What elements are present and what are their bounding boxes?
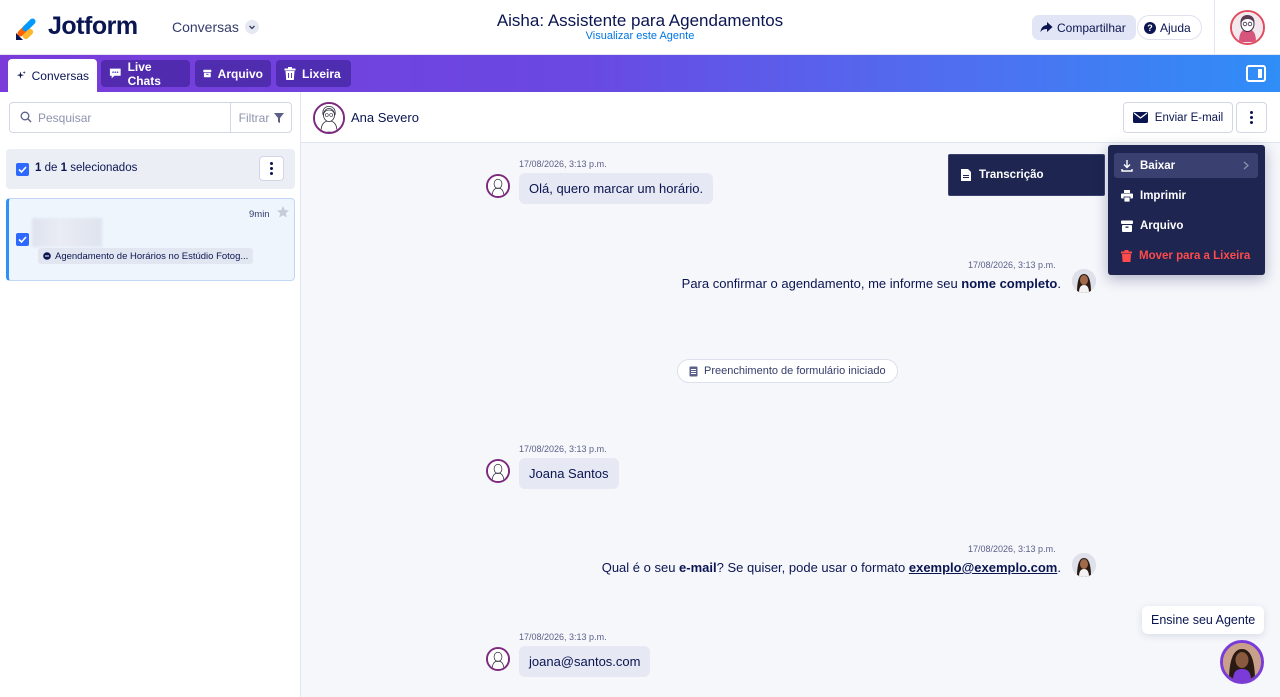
chat-header: Ana Severo Enviar E-mail [301,92,1280,143]
conversation-checkbox[interactable] [16,233,29,246]
form-started-event: Preenchimento de formulário iniciado [677,359,898,383]
message-time: 17/08/2026, 3:13 p.m. [968,260,1056,270]
filter-button[interactable]: Filtrar [230,103,292,132]
envelope-icon [1132,112,1148,123]
more-dots-icon [1250,111,1253,114]
share-button[interactable]: Compartilhar [1032,15,1136,40]
menu-print[interactable]: Imprimir [1114,183,1258,208]
tab-arquivo[interactable]: Arquivo [195,60,271,87]
menu-download[interactable]: Baixar [1114,153,1258,178]
search-icon [20,111,32,123]
star-icon[interactable] [276,205,290,219]
agent-message: Qual é o seu e-mail? Se quiser, pode usa… [601,560,1061,575]
send-email-button[interactable]: Enviar E-mail [1123,102,1233,133]
search-box: Filtrar [9,102,292,133]
user-message-avatar [486,174,510,198]
selection-count: 1 de 1 selecionados [35,162,138,174]
message-time: 17/08/2026, 3:13 p.m. [968,544,1056,554]
tab-label: Arquivo [217,66,263,81]
user-message: Joana Santos [519,458,619,489]
user-message-avatar [486,459,510,483]
download-icon [1121,159,1133,172]
transcript-option[interactable]: Transcrição [979,169,1044,181]
menu-archive[interactable]: Arquivo [1114,213,1258,238]
tab-label: Lixeira [302,66,341,81]
send-email-label: Enviar E-mail [1154,111,1224,124]
chat-more-button[interactable] [1236,102,1267,133]
user-message: joana@santos.com [519,646,651,677]
agent-avatar [1072,553,1096,577]
agent-avatar [1072,269,1096,293]
question-icon: ? [1144,21,1156,34]
share-arrow-icon [1040,22,1053,33]
conversation-item[interactable]: 9min Agendamento de Horários no Estúdio … [6,198,295,281]
form-tag: Agendamento de Horários no Estúdio Fotog… [38,248,254,264]
contact-name: Ana Severo [351,110,419,125]
user-avatar[interactable] [1230,10,1265,45]
help-button[interactable]: ? Ajuda [1137,15,1202,40]
teach-agent-label[interactable]: Ensine seu Agente [1142,606,1265,634]
menu-move-to-trash[interactable]: Mover para a Lixeira [1114,243,1258,268]
form-doc-icon [689,366,698,376]
message-time: 17/08/2026, 3:13 p.m. [519,159,607,169]
filter-label: Filtrar [238,110,270,125]
top-bar: Jotform Conversas Aisha: Assistente para… [0,0,1280,55]
teach-agent-avatar[interactable] [1220,640,1264,684]
user-message: Olá, quero marcar um horário. [519,173,714,204]
conversation-time: 9min [249,209,270,220]
pdf-file-icon [961,169,971,181]
example-email-link[interactable]: exemplo@exemplo.com [909,560,1058,575]
more-dots-icon [270,162,273,165]
download-submenu: Transcrição [948,154,1105,196]
trash-icon [284,67,296,80]
agent-message: Para confirmar o agendamento, me informe… [681,276,1061,291]
archive-icon [1121,220,1133,232]
archive-icon [203,69,212,78]
header-divider [1214,0,1215,55]
sparkle-icon [16,71,26,79]
selection-more-button[interactable] [259,156,284,181]
form-name: Agendamento de Horários no Estúdio Fotog… [55,250,249,262]
select-all-checkbox[interactable] [16,163,29,176]
message-time: 17/08/2026, 3:13 p.m. [519,632,607,642]
contact-avatar [313,102,345,134]
tab-label: Live Chats [127,59,161,88]
panel-toggle-icon[interactable] [1246,65,1266,82]
tab-bar: Conversas Live Chats Arquivo Lixeira [0,55,1280,92]
tab-lixeira[interactable]: Lixeira [276,60,351,87]
blurred-contact-name [32,218,102,247]
user-message-avatar [486,647,510,671]
filter-icon [274,112,285,123]
chat-icon [109,68,121,79]
view-agent-link[interactable]: Visualizar este Agente [586,30,695,42]
printer-icon [1121,189,1133,202]
help-label: Ajuda [1160,20,1191,35]
message-time: 17/08/2026, 3:13 p.m. [519,444,607,454]
check-icon [18,166,27,174]
chevron-right-icon [1243,161,1249,170]
conversation-sidebar: Filtrar 1 de 1 selecionados 9min Agendam… [0,92,301,697]
trash-icon [1121,249,1132,262]
tab-live-chats[interactable]: Live Chats [101,59,190,88]
check-icon [18,236,27,244]
chat-options-menu: Baixar Imprimir Arquivo Mover para a Lix… [1108,145,1265,275]
tab-conversas[interactable]: Conversas [8,59,97,92]
tab-label: Conversas [31,68,89,83]
form-icon [43,252,51,260]
selection-bar: 1 de 1 selecionados [6,149,295,189]
event-label: Preenchimento de formulário iniciado [704,365,886,377]
share-label: Compartilhar [1057,20,1126,35]
search-input[interactable] [38,109,228,127]
